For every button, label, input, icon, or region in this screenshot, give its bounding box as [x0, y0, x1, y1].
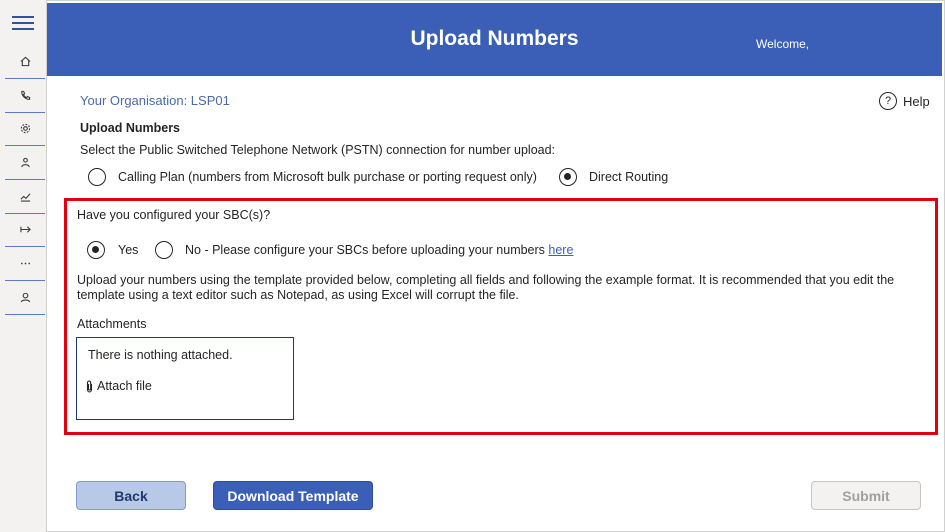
configure-sbc-link[interactable]: here	[548, 243, 573, 257]
home-icon[interactable]	[5, 45, 45, 79]
attachments-empty-text: There is nothing attached.	[88, 348, 233, 362]
sbc-no-radio[interactable]	[155, 241, 173, 259]
phone-icon[interactable]	[5, 79, 45, 113]
instructions-text: Upload your numbers using the template p…	[77, 273, 895, 302]
calling-plan-radio[interactable]	[88, 168, 106, 186]
sbc-yes-label: Yes	[118, 243, 139, 257]
gear-icon[interactable]	[5, 112, 45, 146]
more-icon[interactable]	[5, 247, 45, 281]
attachments-label: Attachments	[77, 317, 147, 331]
sbc-question: Have you configured your SBC(s)?	[77, 208, 271, 222]
account-icon[interactable]	[5, 281, 45, 315]
back-button[interactable]: Back	[76, 481, 186, 510]
download-template-button[interactable]: Download Template	[213, 481, 373, 510]
direct-routing-radio[interactable]	[559, 168, 577, 186]
arrow-right-icon[interactable]	[5, 213, 45, 247]
sidebar	[0, 0, 47, 532]
help-icon: ?	[879, 92, 897, 110]
direct-routing-label: Direct Routing	[589, 170, 669, 184]
sbc-no-label-group: No - Please configure your SBCs before u…	[185, 243, 573, 257]
calling-plan-label: Calling Plan (numbers from Microsoft bul…	[118, 170, 537, 184]
hamburger-menu-icon[interactable]	[12, 16, 34, 32]
attach-file-label: Attach file	[97, 379, 152, 393]
welcome-text: Welcome,	[756, 37, 810, 51]
organisation-label: Your Organisation: LSP01	[80, 93, 230, 108]
help-label: Help	[903, 93, 930, 109]
attachments-box: There is nothing attached. Attach file	[76, 337, 294, 420]
pstn-prompt: Select the Public Switched Telephone Net…	[80, 143, 556, 157]
section-title: Upload Numbers	[80, 121, 181, 135]
sbc-no-label: No - Please configure your SBCs before u…	[185, 243, 545, 257]
attach-file-button[interactable]: Attach file	[85, 379, 152, 393]
sbc-yes-radio[interactable]	[87, 241, 105, 259]
submit-button[interactable]: Submit	[811, 481, 921, 510]
chart-icon[interactable]	[5, 180, 45, 214]
header-bar: Upload Numbers Welcome,	[47, 3, 942, 76]
help-button[interactable]: ? Help	[879, 92, 930, 110]
user-icon[interactable]	[5, 146, 45, 180]
paperclip-icon	[86, 379, 93, 393]
